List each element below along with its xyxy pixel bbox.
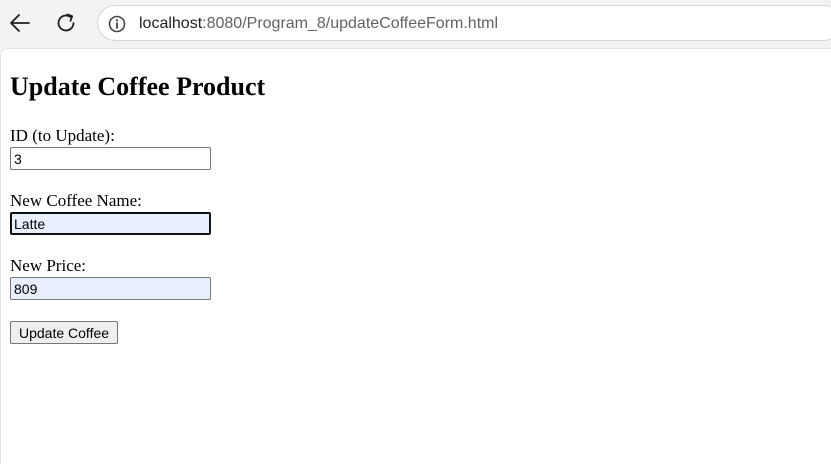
- reload-icon: [57, 13, 75, 32]
- address-bar[interactable]: localhost:8080/Program_8/updateCoffeeFor…: [97, 5, 831, 41]
- page-title: Update Coffee Product: [10, 72, 266, 101]
- url-host: localhost: [139, 15, 203, 32]
- back-arrow-icon: [10, 14, 30, 32]
- site-info-button[interactable]: [107, 14, 127, 34]
- url-path: :8080/Program_8/updateCoffeeForm.html: [202, 15, 499, 32]
- back-button[interactable]: [5, 8, 35, 38]
- coffee-name-input[interactable]: [10, 212, 211, 235]
- id-input[interactable]: [10, 147, 211, 170]
- id-label: ID (to Update):: [10, 126, 115, 145]
- update-coffee-button[interactable]: Update Coffee: [10, 321, 119, 344]
- price-label: New Price:: [10, 256, 87, 275]
- coffee-name-label: New Coffee Name:: [10, 191, 142, 210]
- reload-button[interactable]: [51, 8, 81, 38]
- page-viewport: Update Coffee Product ID (to Update): Ne…: [0, 48, 831, 464]
- price-input[interactable]: [10, 277, 211, 300]
- info-icon: [108, 15, 126, 33]
- browser-toolbar: localhost:8080/Program_8/updateCoffeeFor…: [0, 0, 831, 48]
- url-text[interactable]: localhost:8080/Program_8/updateCoffeeFor…: [139, 14, 498, 34]
